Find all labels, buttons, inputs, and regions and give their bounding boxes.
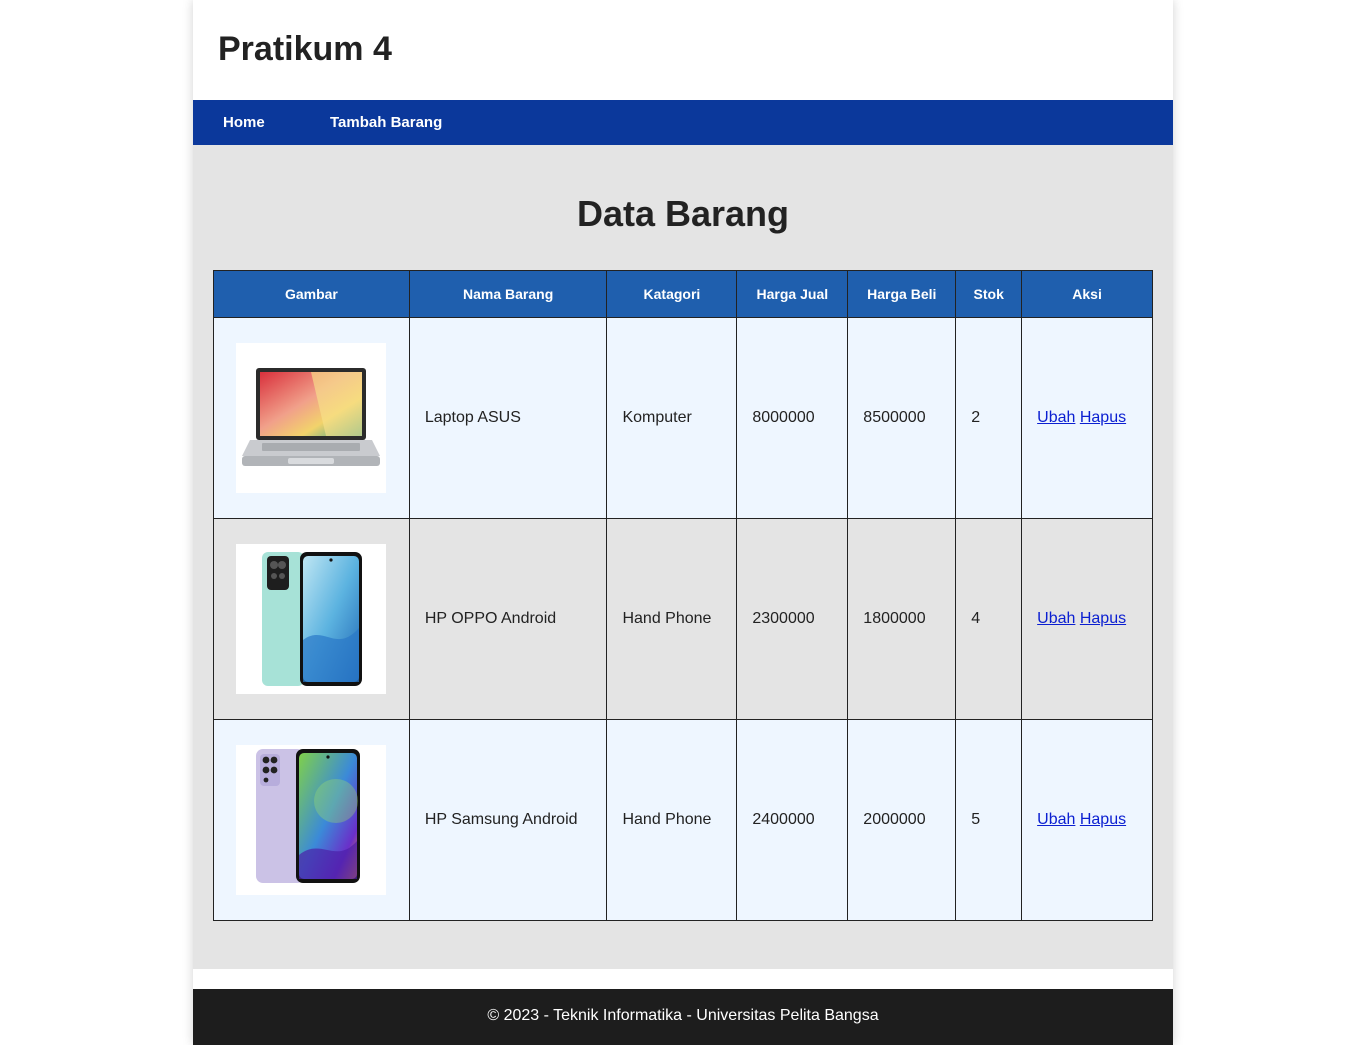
data-barang-table: Gambar Nama Barang Katagori Harga Jual H… [213,270,1153,921]
image-cell [213,518,410,720]
page-title: Data Barang [576,193,790,234]
aksi-cell: Ubah Hapus [1021,518,1153,720]
kategori-cell: Hand Phone [606,518,738,720]
ubah-link[interactable]: Ubah [1037,811,1075,828]
table-row: HP OPPO Android Hand Phone 2300000 18000… [213,518,1153,720]
table-row: Laptop ASUS Komputer 8000000 8500000 2 U… [213,317,1153,519]
footer-spacer [193,969,1173,989]
aksi-cell: Ubah Hapus [1021,317,1153,519]
column-header-gambar: Gambar [213,270,410,318]
column-header-aksi: Aksi [1021,270,1153,318]
image-cell [213,719,410,921]
nav-home-link[interactable]: Home [223,114,265,131]
hapus-link[interactable]: Hapus [1080,811,1126,828]
column-header-harga-beli: Harga Beli [847,270,957,318]
ubah-link[interactable]: Ubah [1037,409,1075,426]
main-nav: Home Tambah Barang [193,100,1173,145]
nama-barang-cell: Laptop ASUS [408,317,608,519]
stok-cell: 4 [955,518,1023,720]
site-footer: © 2023 - Teknik Informatika - Universita… [193,989,1173,1045]
column-header-harga-jual: Harga Jual [736,270,849,318]
harga-beli-cell: 1800000 [847,518,957,720]
kategori-cell: Hand Phone [606,719,738,921]
nav-tambah-barang-link[interactable]: Tambah Barang [330,114,442,131]
hapus-link[interactable]: Hapus [1080,610,1126,627]
column-header-stok: Stok [955,270,1023,318]
harga-jual-cell: 8000000 [736,317,849,519]
main-content: Data Barang Gambar Nama Barang Katagori … [193,145,1173,969]
column-header-katagori: Katagori [606,270,738,318]
page-container: Pratikum 4 Home Tambah Barang Data Baran… [193,0,1173,1045]
stok-cell: 2 [955,317,1023,519]
image-cell [213,317,410,519]
phone-samsung-image [236,745,387,895]
phone-oppo-image [236,544,387,694]
site-title: Pratikum 4 [218,30,392,68]
hapus-link[interactable]: Hapus [1080,409,1126,426]
harga-jual-cell: 2400000 [736,719,849,921]
harga-jual-cell: 2300000 [736,518,849,720]
table-row: HP Samsung Android Hand Phone 2400000 20… [213,719,1153,921]
site-header: Pratikum 4 [193,0,1173,100]
aksi-cell: Ubah Hapus [1021,719,1153,921]
harga-beli-cell: 8500000 [847,317,957,519]
stok-cell: 5 [955,719,1023,921]
harga-beli-cell: 2000000 [847,719,957,921]
laptop-image [236,343,387,493]
footer-text: © 2023 - Teknik Informatika - Universita… [487,1007,879,1024]
kategori-cell: Komputer [606,317,738,519]
nama-barang-cell: HP OPPO Android [408,518,608,720]
table-header-row: Gambar Nama Barang Katagori Harga Jual H… [213,270,1153,318]
column-header-nama-barang: Nama Barang [408,270,608,318]
ubah-link[interactable]: Ubah [1037,610,1075,627]
nama-barang-cell: HP Samsung Android [408,719,608,921]
